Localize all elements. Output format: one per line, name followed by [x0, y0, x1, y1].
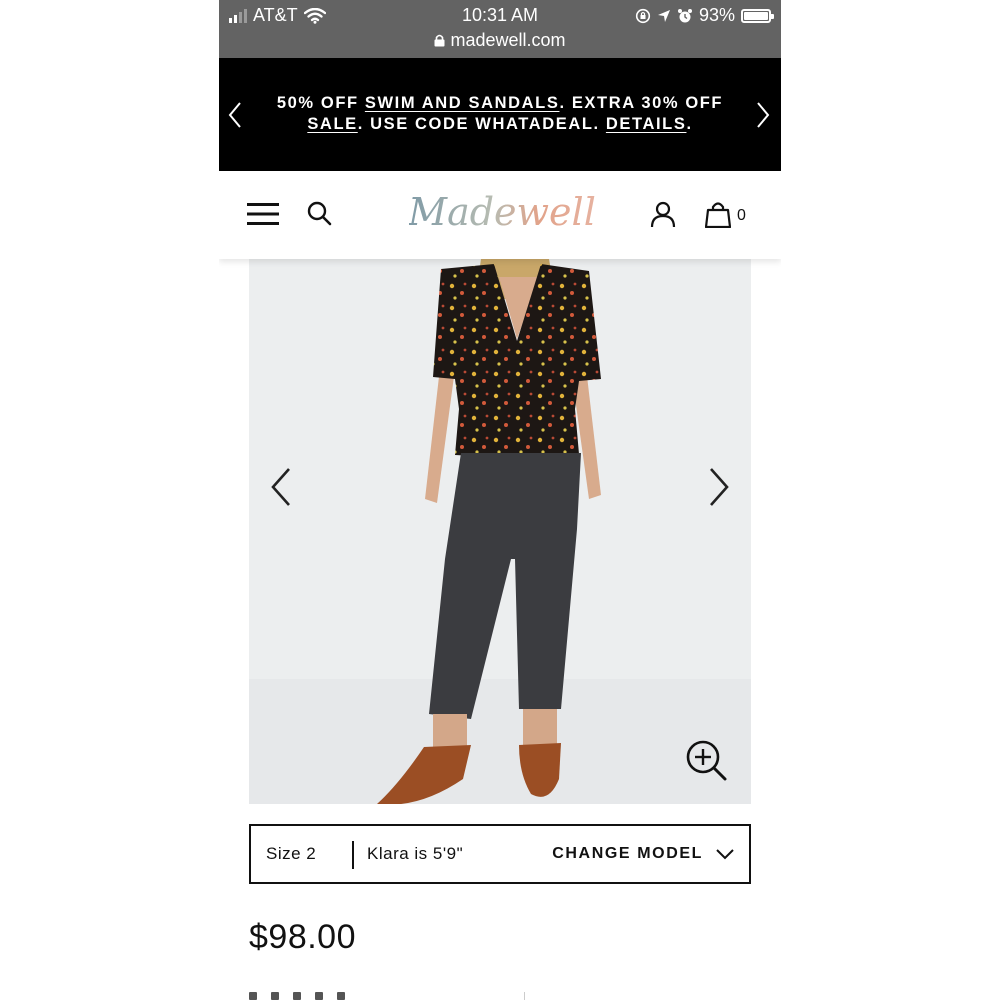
product-image[interactable]: [249, 259, 751, 804]
battery-percent: 93%: [698, 5, 735, 25]
change-model-button[interactable]: CHANGE MODEL: [552, 845, 703, 863]
model-height: Klara is 5'9": [367, 844, 464, 863]
user-icon[interactable]: [649, 200, 677, 228]
rotation-lock-icon: [635, 8, 651, 23]
chevron-left-icon[interactable]: [225, 100, 245, 130]
lock-icon: [434, 34, 445, 47]
rating-stars[interactable]: [249, 992, 345, 1000]
bag-count[interactable]: 0: [737, 207, 746, 225]
madewell-logo[interactable]: Madewell: [409, 185, 595, 245]
alarm-icon: [677, 8, 692, 22]
model-size: Size 2: [266, 844, 317, 863]
model-photo: [249, 259, 751, 804]
promo-link-details[interactable]: DETAILS: [606, 115, 687, 133]
shopping-bag-icon[interactable]: [705, 200, 731, 228]
chevron-right-icon[interactable]: [705, 465, 731, 509]
status-bar: AT&T 10:31 AM madewell.com 93%: [219, 0, 781, 58]
url-text: madewell.com: [450, 30, 566, 50]
location-icon: [657, 9, 670, 22]
hamburger-icon[interactable]: [247, 200, 279, 228]
star-icon: [315, 992, 323, 1000]
star-icon: [293, 992, 301, 1000]
promo-link-swim-sandals[interactable]: SWIM AND SANDALS: [365, 94, 560, 112]
battery-icon: [741, 8, 774, 23]
zoom-in-icon[interactable]: [685, 739, 729, 783]
chevron-left-icon[interactable]: [269, 465, 295, 509]
divider: [524, 992, 525, 1000]
search-icon[interactable]: [306, 200, 334, 228]
star-icon: [271, 992, 279, 1000]
promo-text: 50% OFF SWIM AND SANDALS. EXTRA 30% OFF …: [276, 94, 724, 133]
address-bar[interactable]: madewell.com: [219, 30, 781, 51]
promo-banner: 50% OFF SWIM AND SANDALS. EXTRA 30% OFF …: [219, 58, 781, 171]
divider: [352, 841, 354, 869]
site-header: Madewell 0: [219, 171, 781, 259]
star-icon: [337, 992, 345, 1000]
chevron-right-icon[interactable]: [753, 100, 773, 130]
product-price: $98.00: [249, 918, 356, 956]
promo-link-sale[interactable]: SALE: [307, 115, 357, 133]
phone-screen: AT&T 10:31 AM madewell.com 93% 50% OFF S…: [219, 0, 781, 1000]
change-model-selector[interactable]: Size 2 Klara is 5'9" CHANGE MODEL: [249, 824, 751, 884]
chevron-down-icon[interactable]: [715, 847, 735, 861]
status-right-group: 93%: [635, 5, 774, 26]
svg-text:Madewell: Madewell: [409, 190, 595, 234]
star-icon: [249, 992, 257, 1000]
